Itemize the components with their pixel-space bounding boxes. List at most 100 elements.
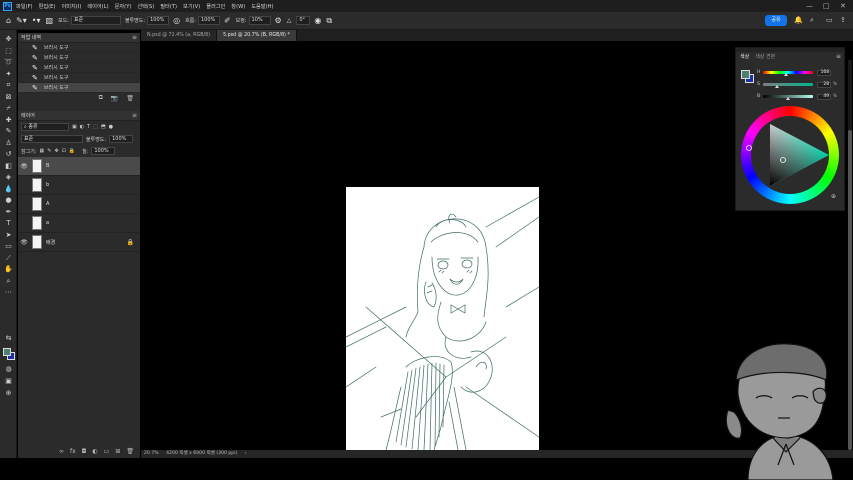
menu-edit[interactable]: 편집(E) [39, 3, 56, 10]
type-tool-icon[interactable]: T [0, 218, 17, 230]
cloud-icon[interactable]: ⇪ [840, 16, 846, 24]
menu-image[interactable]: 이미지(I) [61, 3, 81, 10]
pressure-opacity-icon[interactable]: ◎ [173, 16, 180, 25]
filter-adjust-icon[interactable]: ◐ [80, 124, 84, 130]
color-wheel[interactable] [741, 106, 839, 204]
snapshot-icon[interactable]: 📷 [111, 95, 118, 102]
history-item[interactable]: ✎ 브러시 도구 [18, 53, 140, 63]
blur-tool-icon[interactable]: 💧 [0, 184, 17, 196]
hue-slider-knob[interactable] [784, 73, 789, 76]
layer-name[interactable]: 배경 [46, 239, 55, 246]
layer-row[interactable]: b [18, 176, 140, 195]
layer-row[interactable]: a [18, 214, 140, 233]
paint-bucket-tool-icon[interactable]: ◈ [0, 172, 17, 184]
adjustment-layer-icon[interactable]: ◐ [92, 448, 97, 455]
hand-tool-icon[interactable]: ✋ [0, 264, 17, 276]
filter-type-icon[interactable]: T [87, 124, 90, 130]
hue-value[interactable]: 168 [817, 69, 831, 76]
saturation-slider[interactable] [763, 83, 813, 88]
history-item[interactable]: ✎ 브러시 도구 [18, 43, 140, 53]
clone-stamp-tool-icon[interactable]: ♙ [0, 138, 17, 150]
layer-opacity-field[interactable]: 100% [109, 135, 134, 143]
layer-thumbnail[interactable] [32, 197, 42, 211]
workspace-icon[interactable]: ▭ [826, 16, 833, 24]
smoothing-field[interactable]: 10% [248, 16, 271, 25]
pressure-size-icon[interactable]: ◉ [314, 16, 321, 25]
maximize-icon[interactable]: □ [823, 2, 830, 10]
layer-lock-icon[interactable]: 🔒 [127, 239, 134, 246]
eyedropper-tool-icon[interactable]: ⌿ [0, 103, 17, 115]
delete-state-icon[interactable]: 🗑 [126, 95, 134, 102]
marquee-tool-icon[interactable]: ⬚ [0, 46, 17, 58]
layer-row[interactable]: 👁 배경 🔒 [18, 233, 140, 252]
tab-color[interactable]: 색상 [740, 53, 749, 60]
close-icon[interactable]: ✕ [840, 2, 846, 10]
group-icon[interactable]: ▭ [104, 448, 110, 455]
filter-toggle-icon[interactable]: ● [109, 124, 113, 130]
layer-name[interactable]: A [46, 201, 49, 207]
layers-menu-icon[interactable]: ≡ [132, 112, 137, 119]
layer-thumbnail[interactable] [32, 178, 42, 192]
lock-image-icon[interactable]: ✎ [47, 148, 51, 154]
lock-artboard-icon[interactable]: ⊡ [62, 148, 66, 154]
layer-filter-select[interactable]: ⌕ 종류 [21, 123, 69, 131]
hue-picker-marker[interactable] [746, 145, 752, 151]
dodge-tool-icon[interactable]: ● [0, 195, 17, 207]
status-chevron-icon[interactable]: › [245, 451, 247, 456]
more-tools-icon[interactable]: ⋯ [0, 287, 17, 299]
delete-layer-icon[interactable]: 🗑 [126, 448, 134, 455]
share-button[interactable]: 공유 [765, 15, 787, 26]
document-canvas[interactable] [346, 187, 539, 450]
saturation-brightness-triangle[interactable] [741, 106, 839, 204]
angle-field[interactable]: 0° [296, 16, 311, 25]
new-document-from-state-icon[interactable]: ⧉ [99, 94, 103, 102]
brush-size-icon[interactable]: •▾ [32, 16, 41, 25]
edit-toolbar-icon[interactable]: ⊕ [0, 388, 17, 400]
menu-view[interactable]: 보기(V) [183, 3, 200, 10]
menu-select[interactable]: 선택(S) [137, 3, 154, 10]
minimize-icon[interactable]: — [806, 2, 813, 10]
flow-field[interactable]: 100% [197, 16, 220, 25]
screen-mode-icon[interactable]: ▣ [0, 376, 17, 388]
healing-brush-tool-icon[interactable]: ✚ [0, 115, 17, 127]
search-icon[interactable]: ⌕ [810, 16, 814, 25]
rectangle-tool-icon[interactable]: ▭ [0, 241, 17, 253]
layer-thumbnail[interactable] [32, 216, 42, 230]
brightness-slider-knob[interactable] [785, 97, 790, 100]
blend-mode-select[interactable]: 표준 [21, 135, 83, 143]
color-panel-menu-icon[interactable]: ≡ [836, 53, 841, 60]
layer-thumbnail[interactable] [32, 235, 42, 249]
hue-slider[interactable] [763, 71, 813, 76]
layer-name[interactable]: b [46, 182, 49, 188]
opacity-field[interactable]: 100% [147, 16, 170, 25]
pen-tool-icon[interactable]: ✒ [0, 207, 17, 219]
brush-settings-icon[interactable]: ▨ [46, 16, 54, 25]
history-item[interactable]: ✎ 브러시 도구 [18, 73, 140, 83]
lock-position-icon[interactable]: ✥ [54, 148, 58, 154]
swap-colors-icon[interactable]: ⇆ [0, 333, 17, 345]
layer-visibility-icon[interactable]: 👁 [18, 239, 30, 246]
brush-preset-icon[interactable]: ✎▾ [16, 16, 27, 25]
history-panel-title[interactable]: 작업 내역 [21, 34, 41, 41]
menu-plugins[interactable]: 플러그인 [206, 3, 225, 10]
home-icon[interactable]: ⌂ [6, 16, 11, 25]
history-item[interactable]: ✎ 브러시 도구 [18, 63, 140, 73]
layer-mask-icon[interactable]: ◘ [82, 448, 87, 455]
brightness-value[interactable]: 49 [817, 93, 831, 100]
menu-filter[interactable]: 필터(T) [160, 3, 177, 10]
eraser-tool-icon[interactable]: ◧ [0, 161, 17, 173]
layer-visibility-icon[interactable]: 👁 [18, 163, 30, 170]
smoothing-settings-icon[interactable]: ⚙ [275, 16, 282, 25]
filter-shape-icon[interactable]: ⬚ [93, 124, 98, 130]
crop-tool-icon[interactable]: ⌗ [0, 80, 17, 92]
color-panel-add-icon[interactable]: ⊕ [831, 193, 836, 200]
panel-menu-icon[interactable]: ≡ [132, 34, 137, 41]
brightness-slider[interactable] [763, 95, 813, 100]
zoom-tool-icon[interactable]: ⌕ [0, 276, 17, 288]
foreground-color-swatch[interactable] [3, 348, 11, 356]
lasso-tool-icon[interactable]: ➰ [0, 57, 17, 69]
saturation-value[interactable]: 28 [817, 81, 831, 88]
layer-name[interactable]: B [46, 163, 49, 169]
move-tool-icon[interactable]: ✥ [0, 34, 17, 46]
layer-row[interactable]: 👁 B [18, 157, 140, 176]
